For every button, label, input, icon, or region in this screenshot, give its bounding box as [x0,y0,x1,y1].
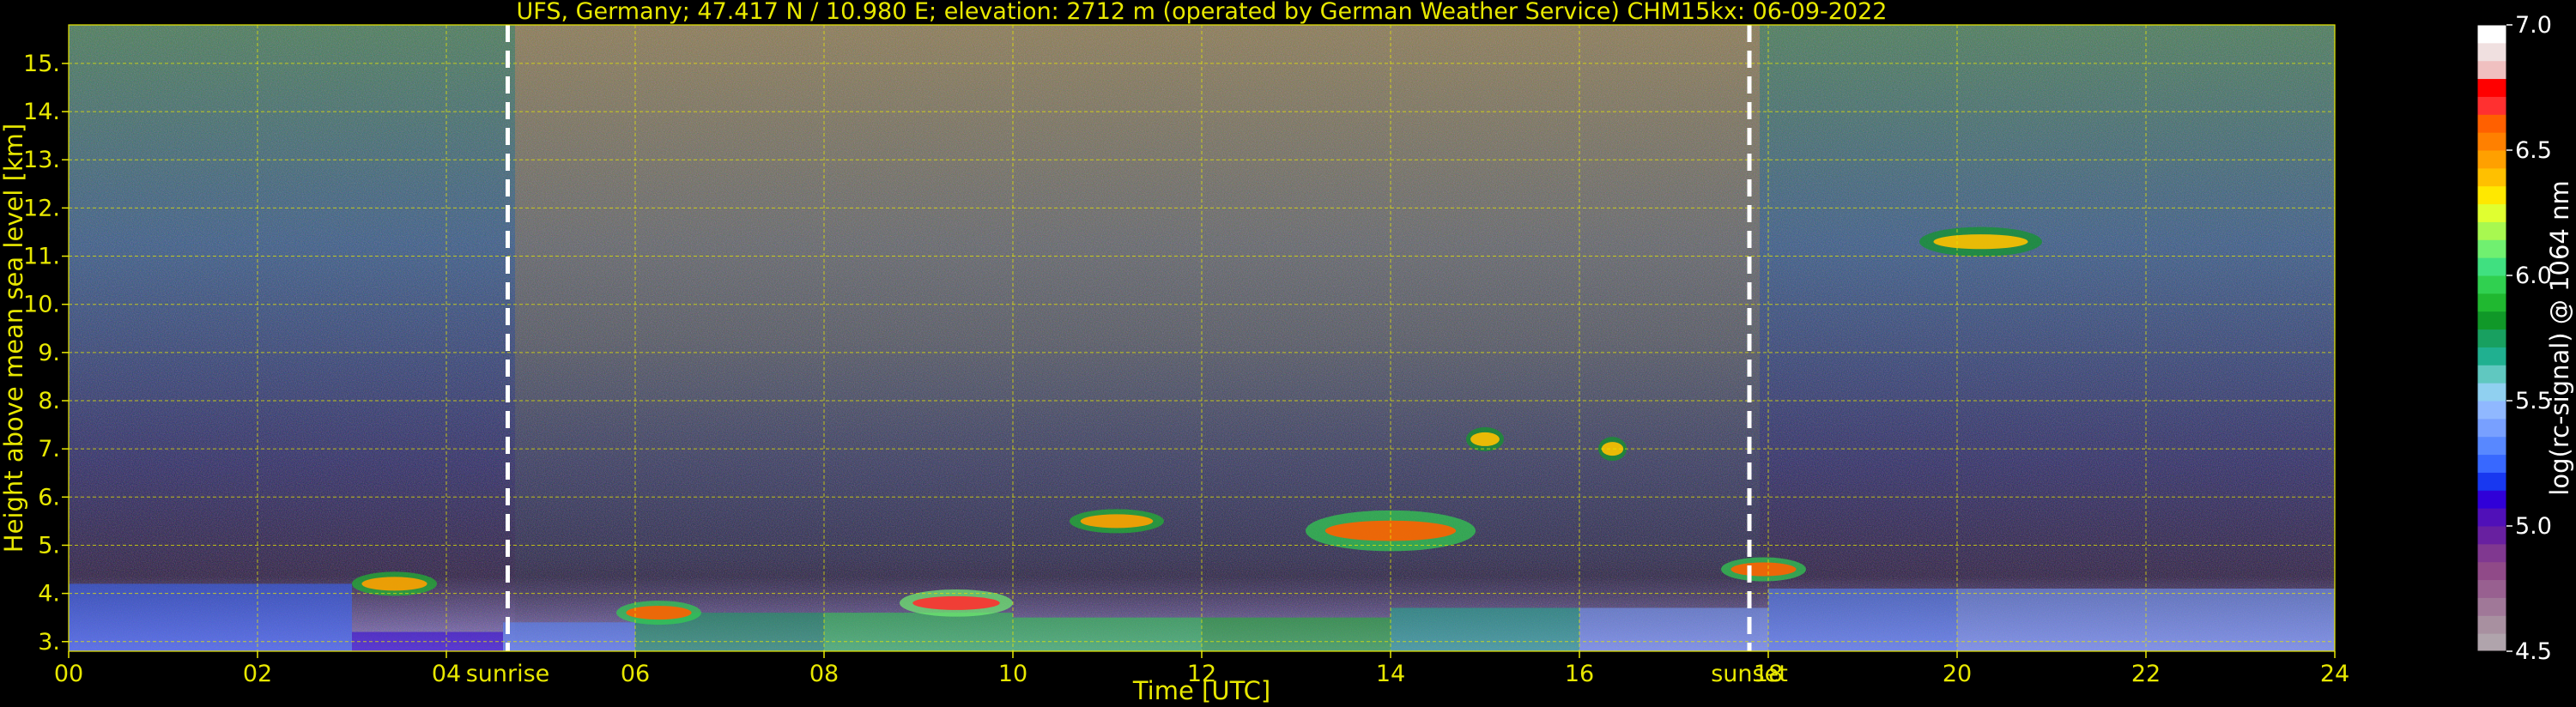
colorbar-swatch [2477,311,2506,330]
colorbar-swatch [2477,96,2506,115]
cloud-core [1933,234,2028,250]
x-tick-label: 04 [432,661,461,687]
colorbar-swatch [2477,436,2506,456]
colorbar [2476,24,2507,652]
y-tick-label: 3. [38,629,60,656]
colorbar-swatch [2477,132,2506,151]
cloud-core [626,606,692,620]
x-tick-label: 08 [809,661,839,687]
colorbar-swatch [2477,383,2506,402]
y-tick-label: 5. [38,532,60,559]
aerosol-band-segment [1579,607,1768,651]
colorbar-swatch [2477,490,2506,509]
ceilometer-chart: sunrise sunset 00 02 04 06 08 10 12 14 16 18 20 22 24… [0,0,2574,705]
y-tick-label: 15. [23,51,60,77]
colorbar-swatch [2477,561,2506,581]
aerosol-band-segment [1202,617,1391,651]
y-axis-ticks: 3. 4. 5. 6. 7. 8. 9. 10. 11. 12. 13. 14. 15. [23,51,69,656]
colorbar-swatch [2477,293,2506,312]
colorbar-swatch [2477,597,2506,616]
cloud-core [1080,514,1154,529]
colorbar-swatch [2477,401,2506,420]
colorbar-swatch [2477,257,2506,276]
colorbar-swatch [2477,114,2506,133]
y-tick-label: 9. [38,340,60,366]
colorbar-swatch [2477,543,2506,563]
colorbar-swatch [2477,203,2506,222]
colorbar-swatch [2477,365,2506,384]
x-tick-label: 24 [2320,661,2349,687]
x-tick-label: 02 [243,661,272,687]
chart-title: UFS, Germany; 47.417 N / 10.980 E; eleva… [517,0,1888,25]
colorbar-swatch [2477,221,2506,240]
cloud-core [1730,562,1797,577]
colorbar-swatch [2477,42,2506,62]
colorbar-swatch [2477,239,2506,258]
x-tick-label: 14 [1376,661,1405,687]
colorbar-swatch [2477,329,2506,347]
cloud-core [912,595,1000,610]
aerosol-band-segment [503,622,635,651]
x-tick-label: 16 [1565,661,1594,687]
colorbar-swatch [2477,526,2506,545]
x-tick-label: 22 [2131,661,2161,687]
x-tick-label: 00 [54,661,83,687]
x-tick-label: 10 [998,661,1027,687]
colorbar-tick-label: 6.5 [2515,137,2552,164]
colorbar-tick-label: 7.0 [2515,12,2552,39]
colorbar-label: log(rc-signal) @ 1064 nm [2545,180,2574,495]
colorbar-swatch [2477,185,2506,205]
colorbar-swatch [2477,167,2506,187]
aerosol-band-segment [824,613,1013,651]
y-tick-label: 7. [38,436,60,462]
x-axis-label: Time [UTC] [1132,676,1270,705]
y-tick-label: 4. [38,581,60,607]
aerosol-band-segment [1391,607,1579,651]
colorbar-tick-label: 4.5 [2515,638,2552,665]
colorbar-swatch [2477,508,2506,527]
colorbar-swatch [2477,615,2506,634]
y-tick-label: 10. [23,292,60,318]
cloud-core [361,577,427,591]
colorbar-swatch [2477,60,2506,80]
y-tick-label: 8. [38,388,60,414]
colorbar-swatch [2477,78,2506,97]
cloud-core [1470,432,1500,446]
x-tick-label: 06 [621,661,650,687]
colorbar-swatch [2477,150,2506,169]
colorbar-swatch [2477,579,2506,598]
colorbar-swatch [2477,418,2506,438]
x-tick-label: 18 [1754,661,1783,687]
colorbar-swatch [2477,347,2506,366]
y-tick-label: 14. [23,99,60,125]
y-axis-label: Height above mean sea level [km] [0,124,28,553]
colorbar-swatch [2477,275,2506,294]
aerosol-band-segment [1013,617,1202,651]
colorbar-swatch [2477,25,2506,44]
y-tick-label: 6. [38,484,60,511]
colorbar-swatch [2477,472,2506,491]
y-tick-label: 13. [23,147,60,173]
colorbar-swatch [2477,633,2506,652]
y-tick-label: 12. [23,195,60,221]
sunrise-label: sunrise [466,661,550,687]
colorbar-swatch [2477,454,2506,473]
x-tick-label: 20 [1943,661,1972,687]
colorbar-tick-label: 5.0 [2515,513,2552,540]
y-tick-label: 11. [23,244,60,270]
aerosol-band-segment [69,583,352,651]
